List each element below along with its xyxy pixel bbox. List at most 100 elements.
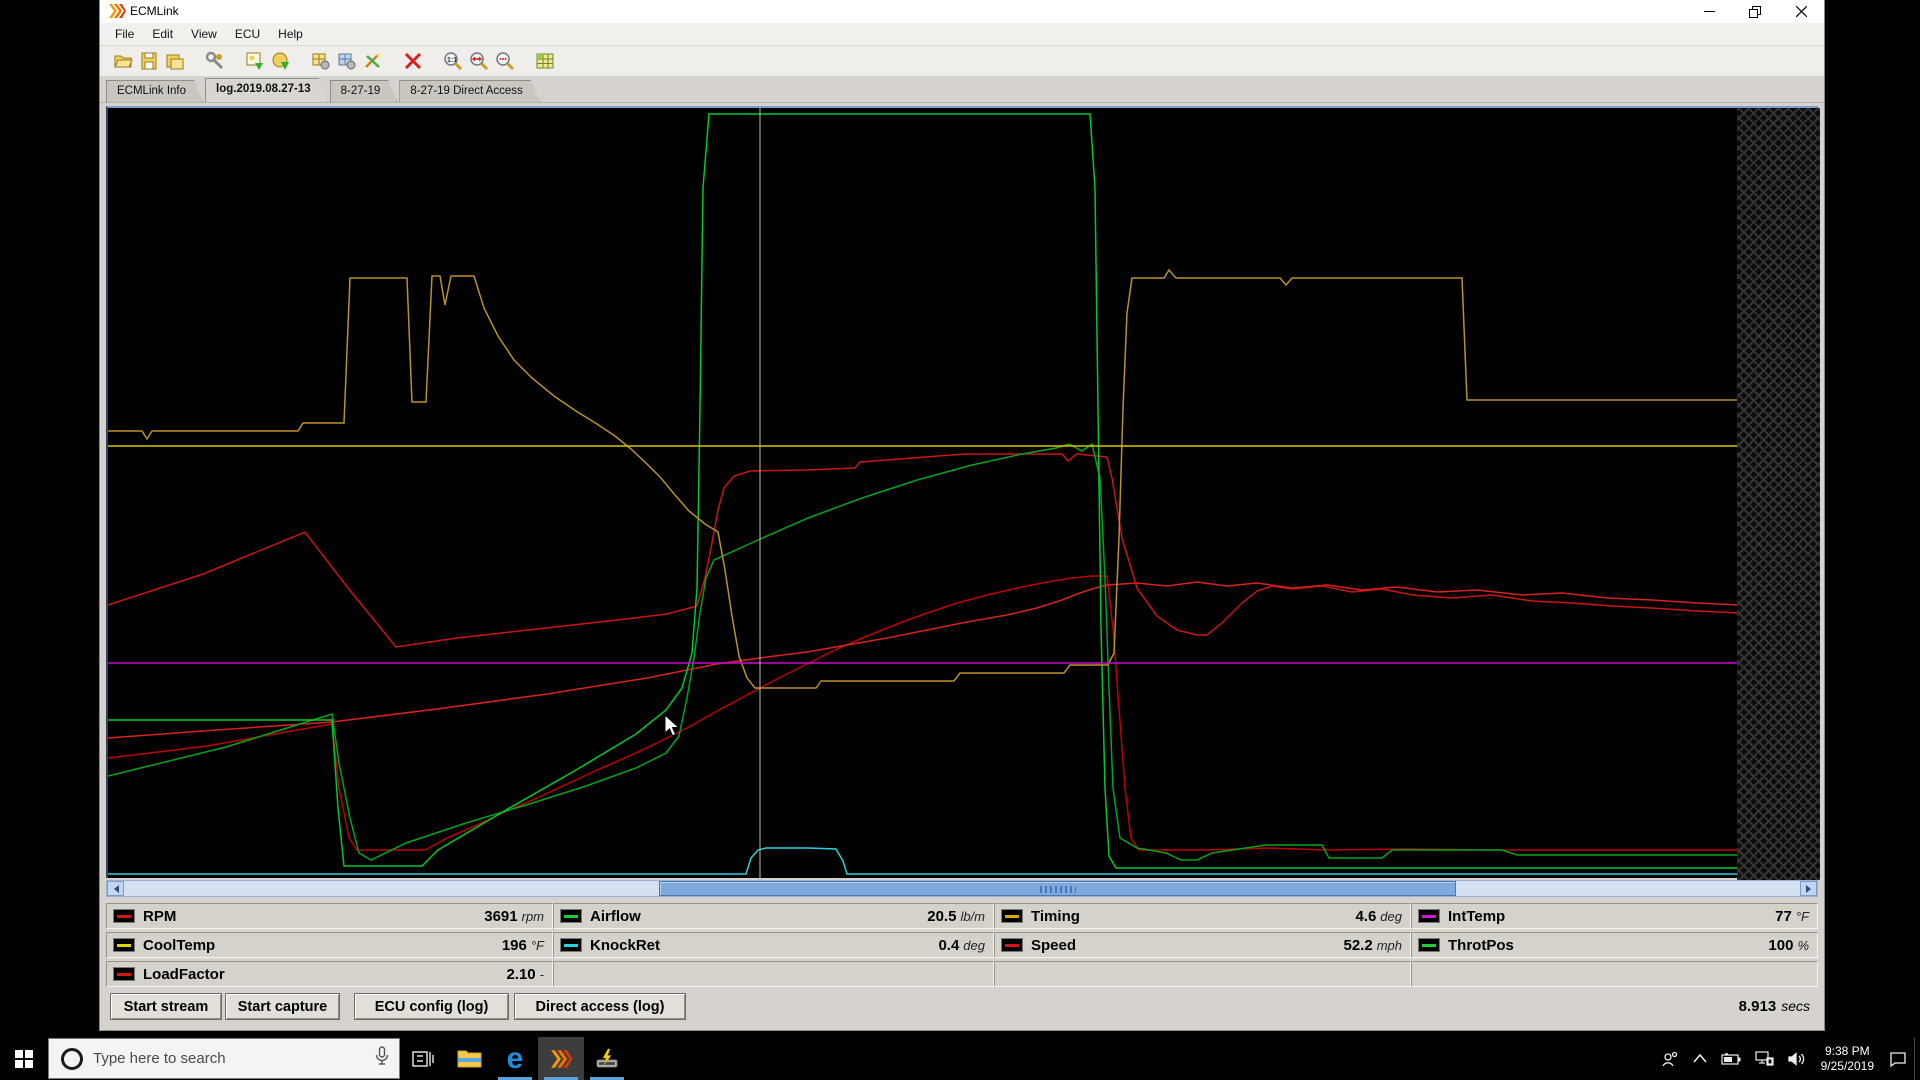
tab-bar: ECMLink Info log.2019.08.27-13 8-27-19 8… — [100, 76, 1824, 103]
readout-throtpos[interactable]: ThrotPos 100% — [1411, 932, 1818, 958]
windows-logo-icon — [15, 1049, 33, 1068]
save-as-icon[interactable] — [163, 49, 187, 73]
data-table-icon[interactable] — [533, 49, 557, 73]
direct-access-log-button[interactable]: Direct access (log) — [514, 993, 686, 1020]
readout-empty-cell — [553, 961, 994, 987]
readout-speed[interactable]: Speed 52.2 mph — [994, 932, 1411, 958]
save-log-icon[interactable] — [137, 49, 161, 73]
log-traces — [108, 108, 1740, 880]
ecmlink-flame-icon — [551, 1049, 573, 1068]
tab-8-27-19[interactable]: 8-27-19 — [330, 80, 398, 102]
window-title: ECMLink — [130, 4, 179, 18]
adjust-tools-icon[interactable] — [361, 49, 385, 73]
close-button[interactable] — [1778, 0, 1824, 23]
menu-edit[interactable]: Edit — [143, 24, 182, 44]
edge-button[interactable]: e — [492, 1037, 538, 1080]
readout-empty-cell — [994, 961, 1411, 987]
restore-button[interactable] — [1732, 0, 1778, 23]
file-explorer-button[interactable] — [446, 1037, 492, 1080]
start-capture-button[interactable]: Start capture — [225, 993, 340, 1020]
minimize-button[interactable] — [1686, 0, 1732, 23]
readout-inttemp[interactable]: IntTemp 77 °F — [1411, 903, 1818, 929]
svg-text:1:1: 1:1 — [447, 57, 457, 64]
knockret-color-swatch — [560, 938, 582, 952]
action-bar: Start stream Start capture ECU config (l… — [106, 992, 1818, 1022]
trace-rpm — [108, 453, 1740, 648]
menu-file[interactable]: File — [106, 24, 143, 44]
datalogger-app-button[interactable] — [584, 1037, 630, 1080]
taskbar-search[interactable]: Type here to search — [48, 1038, 400, 1079]
rpm-color-swatch — [113, 909, 135, 923]
zoom-actual-icon[interactable]: 1:1 — [441, 49, 465, 73]
menu-help[interactable]: Help — [269, 24, 312, 44]
zoom-out-icon[interactable] — [493, 49, 517, 73]
ecmlink-window: ECMLink File Edit View ECU Help 1:1 ECML… — [99, 0, 1825, 1031]
cortana-icon — [61, 1047, 83, 1070]
readout-knockret[interactable]: KnockRet 0.4 deg — [553, 932, 994, 958]
readout-timing[interactable]: Timing 4.6 deg — [994, 903, 1411, 929]
graph-hscrollbar[interactable] — [106, 880, 1818, 897]
readout-airflow[interactable]: Airflow 20.5 lb/m — [553, 903, 994, 929]
zoom-fit-width-icon[interactable] — [467, 49, 491, 73]
trace-speed — [108, 581, 1740, 739]
scrollbar-thumb[interactable] — [659, 881, 1456, 896]
people-icon[interactable] — [1654, 1051, 1686, 1067]
readout-rpm[interactable]: RPM 3691 rpm — [106, 903, 553, 929]
network-icon[interactable] — [1748, 1051, 1781, 1066]
export-image-icon[interactable] — [243, 49, 267, 73]
tab-log-2019-08-27[interactable]: log.2019.08.27-13 — [205, 78, 328, 102]
tab-8-27-19-direct-access[interactable]: 8-27-19 Direct Access — [399, 80, 540, 102]
timing-color-swatch — [1001, 909, 1023, 923]
open-log-icon[interactable] — [111, 49, 135, 73]
trace-throtpos — [108, 113, 1739, 869]
start-stream-button[interactable]: Start stream — [110, 993, 222, 1020]
ecmlink-taskbar-button[interactable] — [538, 1037, 584, 1080]
microphone-icon[interactable] — [375, 1046, 389, 1071]
ecu-config-log-button[interactable]: ECU config (log) — [354, 993, 509, 1020]
elapsed-time: 8.913 secs — [1738, 998, 1810, 1015]
toolbar: 1:1 — [100, 46, 1824, 76]
throtpos-color-swatch — [1418, 938, 1440, 952]
clock-time: 9:38 PM — [1824, 1043, 1870, 1058]
airflow-color-swatch — [560, 909, 582, 923]
log-settings-icon[interactable] — [309, 49, 333, 73]
no-data-hatch-region — [1737, 108, 1820, 880]
title-bar[interactable]: ECMLink — [100, 0, 1824, 23]
system-tray: 9:38 PM 9/25/2019 — [1654, 1037, 1920, 1080]
delete-icon[interactable] — [401, 49, 425, 73]
show-desktop-button[interactable] — [1914, 1037, 1920, 1080]
taskbar-clock[interactable]: 9:38 PM 9/25/2019 — [1813, 1044, 1882, 1074]
readout-cooltemp[interactable]: CoolTemp 196 °F — [106, 932, 553, 958]
battery-icon[interactable] — [1714, 1052, 1748, 1065]
menu-bar: File Edit View ECU Help — [100, 23, 1824, 46]
readout-loadfactor[interactable]: LoadFactor 2.10- — [106, 961, 553, 987]
tools-icon[interactable] — [203, 49, 227, 73]
tab-ecmlink-info[interactable]: ECMLink Info — [106, 80, 203, 102]
trace-knockret — [108, 847, 1739, 875]
speed-color-swatch — [1001, 938, 1023, 952]
clock-date: 9/25/2019 — [1820, 1058, 1874, 1073]
search-placeholder: Type here to search — [93, 1050, 226, 1067]
readout-empty-cell — [1411, 961, 1818, 987]
inttemp-color-swatch — [1418, 909, 1440, 923]
trace-loadfactor — [108, 575, 1739, 851]
trace-airflow — [108, 442, 1739, 861]
capture-settings-icon[interactable] — [335, 49, 359, 73]
loadfactor-color-swatch — [113, 967, 135, 981]
tray-expand-chevron-icon[interactable] — [1686, 1054, 1714, 1063]
mouse-cursor — [664, 713, 681, 743]
taskbar: Type here to search e 9:38 PM 9/25/2019 — [0, 1037, 1920, 1080]
cooltemp-color-swatch — [113, 938, 135, 952]
readout-panel: RPM 3691 rpm CoolTemp 196 °F LoadFactor 2.… — [106, 900, 1818, 990]
action-center-icon[interactable] — [1882, 1051, 1914, 1067]
log-graph-area[interactable] — [106, 106, 1820, 880]
export-data-icon[interactable] — [269, 49, 293, 73]
menu-ecu[interactable]: ECU — [226, 24, 269, 44]
menu-view[interactable]: View — [182, 24, 226, 44]
ecmlink-logo-icon — [108, 3, 126, 24]
volume-icon[interactable] — [1781, 1051, 1813, 1066]
scroll-right-arrow[interactable] — [1800, 881, 1817, 896]
scroll-left-arrow[interactable] — [107, 881, 124, 896]
start-button[interactable] — [0, 1037, 48, 1080]
task-view-button[interactable] — [400, 1037, 446, 1080]
